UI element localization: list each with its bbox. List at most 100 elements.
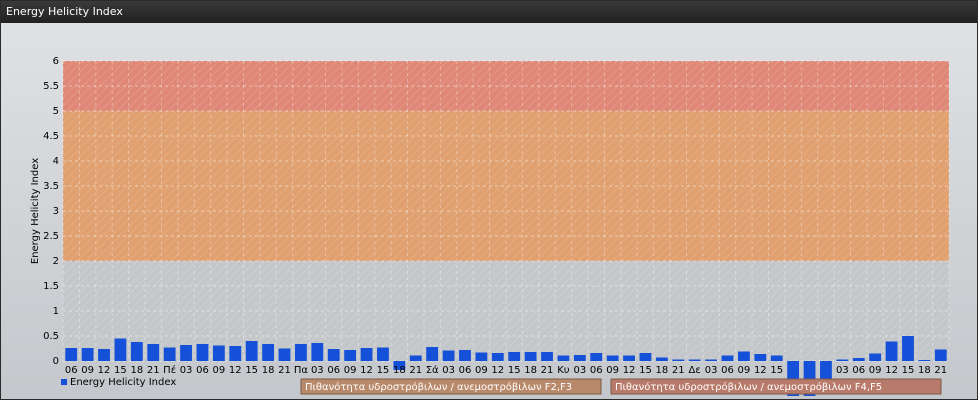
x-tick-label: 09 [869, 365, 882, 376]
bar [754, 354, 767, 361]
bar [344, 350, 357, 361]
bar [278, 348, 291, 361]
x-tick-label: 21 [934, 365, 947, 376]
x-tick-label: 15 [245, 365, 258, 376]
bar [573, 355, 586, 361]
y-tick-label: 6 [53, 56, 59, 67]
x-tick-label: Πα [294, 365, 309, 376]
bar [524, 352, 537, 361]
x-tick-label: 06 [459, 365, 472, 376]
bar [377, 347, 389, 361]
x-tick-label: 03 [836, 365, 849, 376]
bar [245, 341, 258, 361]
x-tick-label: 12 [229, 365, 242, 376]
chart-panel: 0 0.5 1 1.5 2 2.5 3 3.5 4 4.5 5 5.5 6 Energy Helicit… [1, 23, 977, 399]
x-tick-label: 12 [885, 365, 898, 376]
bar [557, 355, 570, 361]
bar [639, 353, 652, 361]
x-tick-label: 21 [409, 365, 422, 376]
bar [81, 348, 94, 361]
x-tick-label: 09 [213, 365, 226, 376]
y-tick-label: 2 [53, 256, 59, 267]
bar [311, 343, 324, 361]
bar [688, 359, 701, 361]
window-title: Energy Helicity Index [1, 1, 977, 23]
bar [163, 347, 176, 361]
bar [655, 357, 668, 361]
y-tick-label: 5 [53, 106, 59, 117]
bar [475, 352, 488, 361]
bar [180, 345, 192, 361]
x-tick-label: 18 [130, 365, 143, 376]
bar [672, 359, 685, 361]
x-tick-label: 18 [656, 365, 669, 376]
x-tick-label: 06 [721, 365, 734, 376]
bar [590, 353, 603, 361]
y-tick-label: 3 [53, 206, 59, 217]
bar [902, 336, 914, 361]
x-tick-label: 15 [770, 365, 783, 376]
band-legend-label-2: Πιθανότητα υδροστρόβιλων / ανεμοστρόβιλω… [615, 381, 882, 393]
x-tick-label: Κυ [557, 365, 570, 376]
legend-label: Energy Helicity Index [70, 377, 176, 388]
bar [721, 355, 734, 361]
bar [934, 349, 947, 361]
x-tick-label: 03 [311, 365, 324, 376]
y-tick-label: 0 [53, 356, 59, 367]
x-tick-label: 21 [278, 365, 291, 376]
x-tick-label: 15 [377, 365, 390, 376]
x-tick-label: 09 [475, 365, 488, 376]
x-tick-label: 09 [344, 365, 357, 376]
x-tick-label: 06 [852, 365, 865, 376]
y-tick-label: 1 [53, 306, 59, 317]
x-tick-label: 18 [918, 365, 931, 376]
y-tick-label: 0.5 [43, 331, 59, 342]
x-tick-label: 06 [590, 365, 603, 376]
bar [147, 344, 160, 361]
bar [705, 359, 717, 361]
bar [770, 355, 783, 361]
bar [229, 346, 242, 361]
x-tick-label: 12 [98, 365, 111, 376]
x-tick-label: Πέ [163, 364, 176, 376]
x-tick-label: 09 [738, 365, 751, 376]
bar [327, 349, 340, 361]
x-tick-label: 18 [393, 365, 406, 376]
bar [65, 348, 78, 361]
y-tick-label: 5.5 [43, 81, 59, 92]
bar [491, 353, 504, 361]
legend: Energy Helicity Index [61, 377, 176, 388]
x-tick-label: 12 [623, 365, 636, 376]
helicity-chart: 0 0.5 1 1.5 2 2.5 3 3.5 4 4.5 5 5.5 6 Energy Helicit… [30, 56, 950, 396]
bar [98, 349, 110, 361]
bar [426, 347, 439, 361]
bar [459, 350, 471, 361]
bar [114, 338, 127, 361]
y-tick-label: 2.5 [43, 231, 59, 242]
x-tick-label: 15 [639, 365, 652, 376]
x-tick-label: 18 [524, 365, 537, 376]
bar [623, 355, 635, 361]
x-tick-label: 18 [262, 365, 275, 376]
x-tick-label: 09 [606, 365, 619, 376]
legend-swatch [61, 379, 67, 385]
y-tick-label: 1.5 [43, 281, 59, 292]
bar [738, 351, 750, 361]
bar [130, 342, 143, 361]
bar [885, 341, 898, 361]
bar [918, 360, 931, 361]
x-tick-label: 15 [902, 365, 915, 376]
x-tick-label: 21 [147, 365, 160, 376]
bar [852, 358, 865, 361]
bar [508, 352, 521, 361]
x-tick-label: Δε [689, 365, 701, 376]
x-tick-label: 03 [442, 365, 455, 376]
x-tick-label: 15 [508, 365, 521, 376]
y-tick-label: 3.5 [43, 181, 59, 192]
y-tick-label: 4 [53, 156, 59, 167]
y-axis-label: Energy Helicity Index [30, 158, 41, 264]
bar [541, 352, 553, 361]
bar [212, 345, 225, 361]
bar [836, 359, 849, 361]
x-tick-label: 06 [327, 365, 340, 376]
